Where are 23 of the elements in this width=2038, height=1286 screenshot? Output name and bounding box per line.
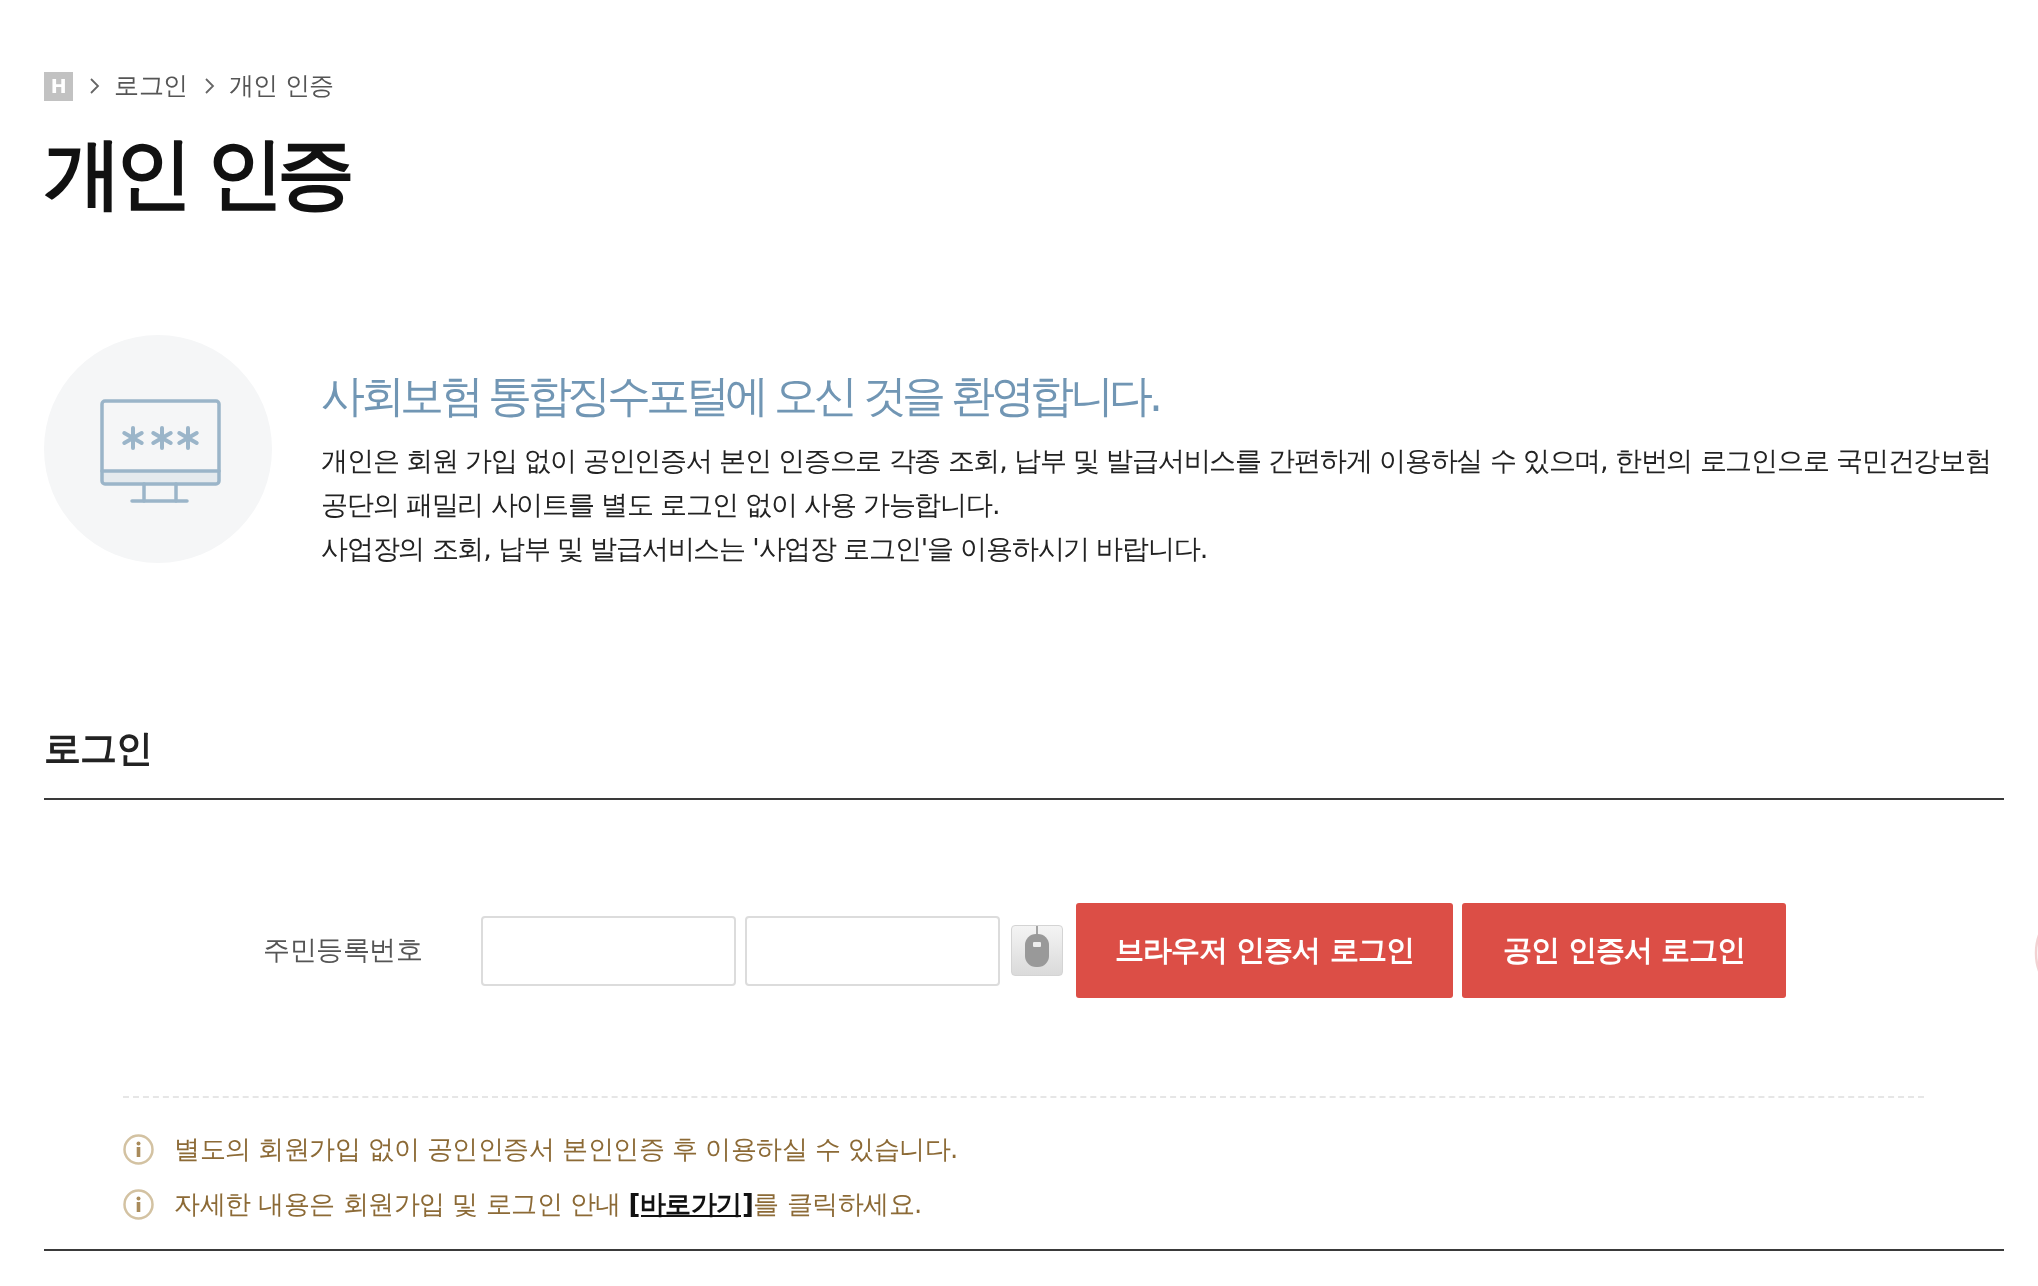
field-label: 주민등록번호 [263,933,423,968]
note-text: 자세한 내용은 회원가입 및 로그인 안내 [바로가기]를 클릭하세요. [174,1187,922,1221]
info-icon [123,1188,154,1220]
breadcrumb-item-text[interactable]: 로그인 [114,67,188,105]
chevron-icon [89,77,100,95]
login-button[interactable]: 공인 인증서 로그인 [1462,903,1786,998]
monitor-icon [44,335,272,563]
intro-paragraph: 사업장의 조회, 납부 및 발급서비스는 '사업장 로그인'을 이용하시기 바랍니다. [321,532,1209,566]
ring-icon [2034,933,2038,973]
login-button[interactable]: 브라우저 인증서 로그인 [1076,903,1453,998]
chevron-icon [203,77,215,95]
breadcrumb-item-text[interactable]: 개인 인증 [228,67,334,105]
input-field[interactable] [745,915,1000,986]
page-title: 개인 인증 [44,134,350,212]
info-icon [123,1133,154,1165]
input-field[interactable] [481,915,736,986]
note-text: 별도의 회원가입 없이 공인인증서 본인인증 후 이용하실 수 있습니다. [174,1132,958,1166]
mouse-button[interactable] [1011,925,1063,976]
section-heading: 로그인 [44,726,153,772]
mouse-icon [1024,926,1050,968]
welcome-heading: 사회보험 통합징수포털에 오신 것을 환영합니다. [321,369,1160,423]
shortcut-link[interactable]: [바로가기] [628,1188,754,1219]
intro-paragraph: 개인은 회원 가입 없이 공인인증서 본인 인증으로 각종 조회, 납부 및 발급서비스를 간편하게 이용하실 수 있으며, 한번의 로그인으로 국민건강보험 공단의 패밀리 사이트를 별도 로그인 없이 사용 가능합니다. [321,444,1992,522]
